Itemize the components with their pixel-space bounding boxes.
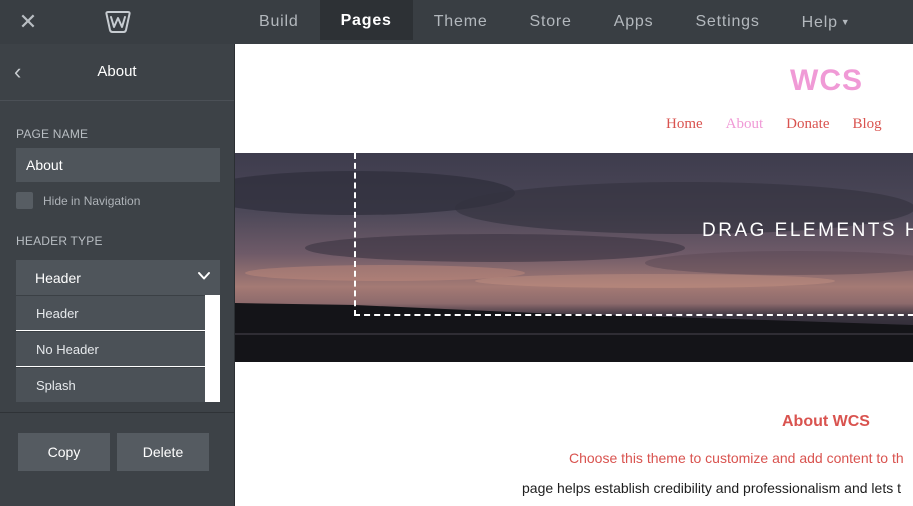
back-chevron-icon[interactable]: ‹ (14, 61, 30, 83)
site-title[interactable]: WCS (790, 64, 863, 98)
editor-window: ✕ Build Pages Theme Store Apps Settings … (0, 0, 913, 506)
site-nav-about[interactable]: About (726, 116, 764, 133)
sidebar-title: About (97, 63, 137, 80)
tab-help[interactable]: Help ▼ (781, 0, 872, 44)
option-no-header[interactable]: No Header (16, 331, 205, 366)
page-settings-sidebar: About ‹ PAGE NAME Hide in Navigation HEA… (0, 44, 235, 506)
tab-store[interactable]: Store (509, 0, 593, 44)
option-header-label: Header (36, 306, 79, 321)
page-name-input[interactable] (16, 148, 220, 182)
header-type-selected: Header (35, 270, 81, 286)
top-bar: ✕ Build Pages Theme Store Apps Settings … (0, 0, 913, 44)
header-type-options: Header No Header Splash (16, 295, 220, 402)
close-icon[interactable]: ✕ (17, 11, 39, 33)
option-splash-label: Splash (36, 378, 76, 393)
site-nav-home[interactable]: Home (666, 116, 703, 133)
weebly-logo-icon[interactable] (104, 9, 132, 35)
sidebar-header: About ‹ (0, 44, 234, 101)
tab-apps[interactable]: Apps (593, 0, 675, 44)
chevron-down-icon (198, 272, 210, 280)
tab-theme[interactable]: Theme (413, 0, 509, 44)
copy-button[interactable]: Copy (18, 433, 110, 471)
tab-pages[interactable]: Pages (319, 0, 413, 40)
hide-in-navigation-checkbox[interactable] (16, 192, 33, 209)
header-type-label: HEADER TYPE (16, 234, 103, 248)
site-navigation: Home About Donate Blog (666, 116, 905, 133)
option-no-header-label: No Header (36, 342, 99, 357)
about-paragraph-line-2[interactable]: page helps establish credibility and pro… (522, 480, 901, 496)
header-type-select[interactable]: Header (16, 260, 220, 295)
option-header[interactable]: Header (16, 295, 205, 330)
site-nav-donate[interactable]: Donate (786, 116, 829, 133)
header-banner-image: DRAG ELEMENTS HE (235, 153, 913, 362)
sidebar-divider (0, 412, 234, 413)
option-splash[interactable]: Splash (16, 367, 205, 402)
about-heading[interactable]: About WCS (782, 413, 870, 431)
tab-build[interactable]: Build (238, 0, 320, 44)
site-nav-blog[interactable]: Blog (853, 116, 882, 133)
drag-elements-text: DRAG ELEMENTS HE (702, 220, 913, 241)
about-paragraph-line-1[interactable]: Choose this theme to customize and add c… (569, 450, 904, 466)
tab-settings[interactable]: Settings (674, 0, 780, 44)
caret-down-icon: ▼ (840, 17, 851, 27)
page-name-label: PAGE NAME (16, 127, 89, 141)
main-nav: Build Pages Theme Store Apps Settings He… (238, 0, 871, 44)
site-preview: WCS Home About Donate Blog DRAG ELEMENTS… (235, 44, 913, 506)
delete-button[interactable]: Delete (117, 433, 209, 471)
tab-help-label: Help (801, 14, 838, 31)
hide-in-navigation-label: Hide in Navigation (43, 194, 141, 208)
